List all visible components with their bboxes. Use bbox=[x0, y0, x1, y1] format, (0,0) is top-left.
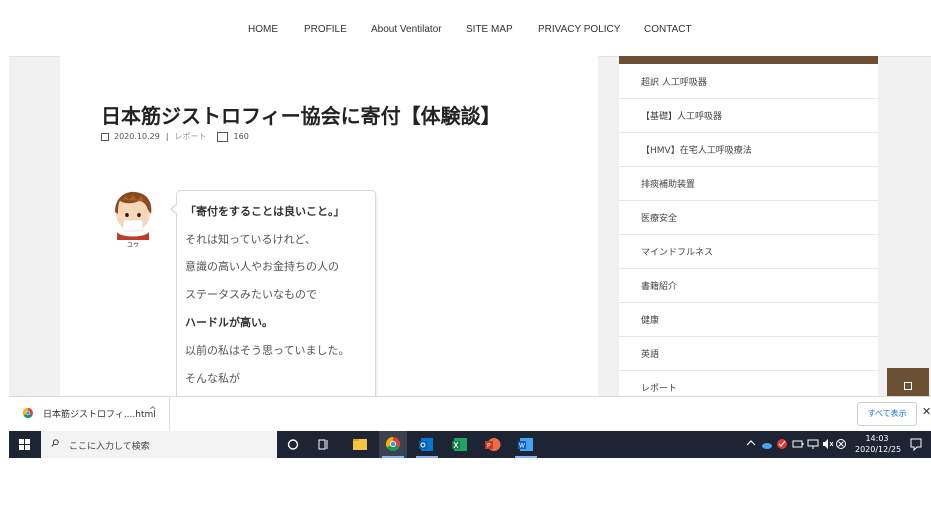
nav-site-map[interactable]: SITE MAP bbox=[466, 24, 513, 35]
svg-text:P: P bbox=[487, 443, 491, 450]
download-bar: 日本筋ジストロフィ....html ^ すべて表示 ✕ bbox=[9, 396, 931, 432]
post-title: 日本筋ジストロフィー協会に寄付【体験談】 bbox=[101, 104, 501, 128]
square-icon bbox=[904, 382, 912, 390]
clock-time: 14:03 bbox=[865, 434, 889, 443]
sidebar-item[interactable]: 超訳 人工呼吸器 bbox=[619, 65, 878, 99]
start-button[interactable] bbox=[9, 431, 39, 458]
nav-home[interactable]: HOME bbox=[248, 24, 278, 35]
sidebar-item-label: 健康 bbox=[641, 316, 660, 326]
antivirus-icon[interactable] bbox=[776, 438, 788, 453]
scroll-to-top-button[interactable] bbox=[887, 368, 929, 398]
ime-mode-icon[interactable] bbox=[835, 438, 847, 453]
nav-profile[interactable]: PROFILE bbox=[304, 24, 347, 35]
sidebar-header-bar bbox=[619, 56, 878, 64]
browser-viewport: HOME PROFILE About Ventilator SITE MAP P… bbox=[9, 0, 931, 458]
sidebar-item-label: 書籍紹介 bbox=[641, 282, 678, 292]
sidebar-item-label: 英語 bbox=[641, 350, 660, 360]
cortana-button[interactable] bbox=[279, 431, 307, 458]
battery-icon[interactable] bbox=[792, 438, 804, 453]
meta-separator: | bbox=[165, 132, 169, 141]
bubble-line: ステータスみたいなもので bbox=[185, 288, 317, 301]
outlook-button[interactable] bbox=[413, 431, 441, 458]
sidebar-item-label: レポート bbox=[641, 384, 678, 394]
sidebar-item[interactable]: 排痰補助装置 bbox=[619, 167, 878, 201]
sidebar-item-label: マインドフルネス bbox=[641, 248, 714, 258]
sidebar-item[interactable]: マインドフルネス bbox=[619, 235, 878, 269]
sidebar-item[interactable]: 【基礎】人工呼吸器 bbox=[619, 99, 878, 133]
file-explorer-button[interactable] bbox=[346, 431, 374, 458]
sidebar-item-label: 超訳 人工呼吸器 bbox=[641, 78, 707, 88]
nav-contact[interactable]: CONTACT bbox=[644, 24, 692, 35]
windows-taskbar: ここに入力して検索 P W 14:03 2020/12/25 bbox=[9, 431, 931, 458]
onedrive-cloud-icon[interactable] bbox=[761, 438, 773, 453]
avatar: ユウ bbox=[109, 188, 157, 249]
system-clock[interactable]: 14:03 2020/12/25 bbox=[855, 433, 902, 455]
sidebar-item[interactable]: 書籍紹介 bbox=[619, 269, 878, 303]
bubble-line: 以前の私はそう思っていました。 bbox=[185, 344, 350, 357]
powerpoint-icon: P bbox=[485, 438, 501, 451]
post-date: 2020.10.29 bbox=[114, 132, 160, 141]
show-all-downloads-button[interactable]: すべて表示 bbox=[857, 402, 917, 426]
chevron-up-icon[interactable] bbox=[746, 437, 756, 452]
post-meta: 2020.10.29 | レポート 160 bbox=[101, 131, 249, 142]
sidebar-item-label: 【基礎】人工呼吸器 bbox=[641, 112, 723, 122]
sidebar-item[interactable]: 健康 bbox=[619, 303, 878, 337]
search-placeholder: ここに入力して検索 bbox=[69, 442, 150, 452]
sidebar-item[interactable]: 英語 bbox=[619, 337, 878, 371]
sidebar-item[interactable]: レポート bbox=[619, 371, 878, 396]
svg-text:W: W bbox=[519, 443, 525, 450]
article-content: 日本筋ジストロフィー協会に寄付【体験談】 2020.10.29 | レポート 1… bbox=[60, 56, 598, 396]
bubble-line: 意識の高い人やお金持ちの人の bbox=[185, 260, 339, 273]
folder-icon bbox=[353, 439, 367, 450]
bubble-line: 「寄付をすることは良いこと。」 bbox=[185, 205, 345, 218]
bubble-line: そんな私が bbox=[185, 372, 240, 385]
chrome-taskbar-button[interactable] bbox=[379, 431, 407, 458]
bubble-line: それは知っているけれど、 bbox=[185, 233, 316, 246]
sidebar-item-label: 医療安全 bbox=[641, 214, 678, 224]
word-button[interactable]: W bbox=[512, 431, 540, 458]
chrome-icon bbox=[23, 408, 33, 418]
calendar-icon bbox=[101, 132, 109, 141]
excel-icon bbox=[452, 438, 467, 451]
speaker-muted-icon[interactable] bbox=[822, 438, 834, 453]
speech-bubble: 「寄付をすることは良いこと。」 それは知っているけれど、 意識の高い人やお金持ち… bbox=[170, 190, 376, 396]
running-indicator bbox=[416, 456, 438, 458]
excel-button[interactable] bbox=[446, 431, 474, 458]
post-category-link[interactable]: レポート bbox=[175, 131, 207, 142]
sidebar-item-label: 排痰補助装置 bbox=[641, 180, 696, 190]
powerpoint-button[interactable]: P bbox=[479, 431, 507, 458]
avatar-face-icon bbox=[115, 191, 152, 240]
download-item[interactable]: 日本筋ジストロフィ....html ^ bbox=[9, 397, 170, 431]
task-view-icon bbox=[318, 439, 328, 450]
close-icon[interactable]: ✕ bbox=[922, 405, 931, 418]
sidebar-category-list: 超訳 人工呼吸器 【基礎】人工呼吸器 【HMV】在宅人工呼吸療法 排痰補助装置 … bbox=[619, 56, 878, 396]
bubble-line: ハードルが高い。 bbox=[185, 316, 273, 329]
sidebar-item-label: 【HMV】在宅人工呼吸療法 bbox=[641, 146, 752, 156]
nav-about-ventilator[interactable]: About Ventilator bbox=[371, 24, 442, 35]
taskbar-search-box[interactable]: ここに入力して検索 bbox=[41, 431, 277, 458]
top-navigation: HOME PROFILE About Ventilator SITE MAP P… bbox=[9, 0, 931, 57]
sidebar-item[interactable]: 【HMV】在宅人工呼吸療法 bbox=[619, 133, 878, 167]
search-icon bbox=[51, 439, 59, 447]
comment-count: 160 bbox=[233, 132, 249, 141]
chrome-icon bbox=[386, 437, 400, 451]
network-icon[interactable] bbox=[807, 438, 819, 453]
running-indicator bbox=[515, 456, 537, 458]
chevron-up-icon[interactable]: ^ bbox=[149, 406, 157, 416]
cortana-circle-icon bbox=[287, 439, 299, 450]
avatar-name: ユウ bbox=[126, 242, 139, 249]
outlook-icon bbox=[419, 438, 433, 451]
windows-icon bbox=[19, 439, 30, 450]
comment-icon bbox=[216, 131, 228, 142]
notification-icon[interactable] bbox=[909, 437, 923, 451]
task-view-button[interactable] bbox=[309, 431, 337, 458]
download-filename: 日本筋ジストロフィ....html bbox=[43, 410, 156, 420]
nav-privacy-policy[interactable]: PRIVACY POLICY bbox=[538, 24, 620, 35]
sidebar-item[interactable]: 医療安全 bbox=[619, 201, 878, 235]
word-icon: W bbox=[518, 438, 533, 451]
clock-date: 2020/12/25 bbox=[855, 445, 902, 454]
active-indicator bbox=[382, 456, 404, 458]
